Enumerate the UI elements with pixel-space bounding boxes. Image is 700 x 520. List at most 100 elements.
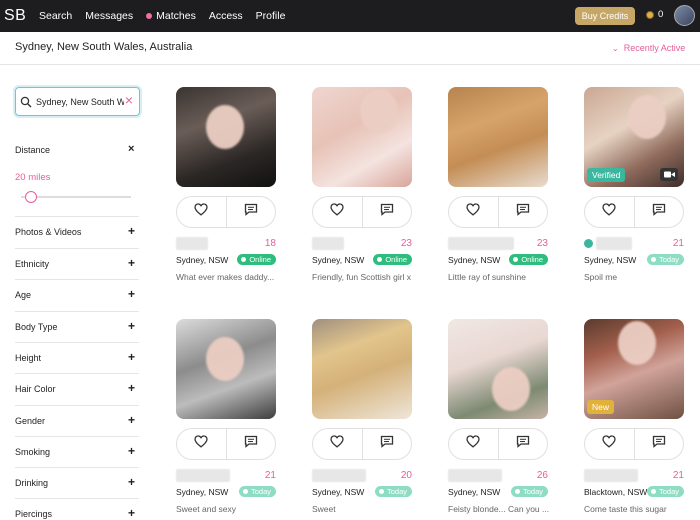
heart-icon bbox=[602, 435, 616, 453]
avatar[interactable] bbox=[674, 5, 695, 26]
filter-divider bbox=[15, 342, 139, 343]
distance-slider-handle[interactable] bbox=[24, 191, 37, 203]
profile-age: 21 bbox=[672, 470, 684, 481]
message-button[interactable] bbox=[361, 197, 412, 227]
filter-label-2[interactable]: Age bbox=[15, 290, 31, 300]
favorite-button[interactable] bbox=[177, 197, 226, 227]
filter-label-3[interactable]: Body Type bbox=[15, 322, 57, 332]
status-label: Today bbox=[658, 487, 679, 496]
profile-card[interactable]: 21 Sydney, NSW Today Sweet and sexy bbox=[176, 319, 278, 514]
filter-label-5[interactable]: Hair Color bbox=[15, 384, 56, 394]
photo-tag-new: New bbox=[587, 400, 615, 414]
heart-icon bbox=[466, 435, 480, 453]
expand-plus-icon[interactable]: + bbox=[128, 381, 135, 395]
favorite-button[interactable] bbox=[177, 429, 226, 459]
profile-location: Sydney, NSW bbox=[448, 487, 501, 497]
filter-divider bbox=[15, 248, 139, 249]
favorite-button[interactable] bbox=[449, 197, 498, 227]
card-actions bbox=[448, 428, 548, 460]
expand-plus-icon[interactable]: + bbox=[128, 256, 135, 270]
blurred-username bbox=[448, 469, 502, 482]
card-actions bbox=[448, 196, 548, 228]
message-button[interactable] bbox=[225, 429, 276, 459]
filter-divider bbox=[15, 436, 139, 437]
profile-age: 18 bbox=[264, 238, 276, 249]
status-badge: Today bbox=[510, 486, 548, 497]
coin-icon bbox=[646, 10, 654, 19]
message-button[interactable] bbox=[633, 197, 684, 227]
profile-photo[interactable] bbox=[312, 319, 412, 419]
filter-label-0[interactable]: Photos & Videos bbox=[15, 227, 81, 237]
nav-matches[interactable]: Matches bbox=[146, 10, 196, 22]
filter-label-8[interactable]: Drinking bbox=[15, 478, 48, 488]
expand-plus-icon[interactable]: + bbox=[128, 319, 135, 333]
message-icon bbox=[380, 435, 394, 453]
location-search-input[interactable]: Sydney, New South W × bbox=[15, 87, 140, 116]
profile-photo[interactable] bbox=[312, 87, 412, 187]
profile-card[interactable]: New 21 Blacktown, NSW Today Come taste this … bbox=[584, 319, 686, 514]
blurred-username bbox=[584, 469, 638, 482]
distance-slider-track[interactable] bbox=[21, 196, 131, 198]
filter-label-4[interactable]: Height bbox=[15, 353, 41, 363]
logo[interactable]: SB bbox=[4, 7, 35, 25]
favorite-button[interactable] bbox=[585, 197, 634, 227]
expand-plus-icon[interactable]: + bbox=[128, 444, 135, 458]
profile-photo[interactable] bbox=[448, 319, 548, 419]
filter-label-1[interactable]: Ethnicity bbox=[15, 259, 49, 269]
expand-plus-icon[interactable]: + bbox=[128, 224, 135, 238]
favorite-button[interactable] bbox=[313, 197, 362, 227]
status-badge: Online bbox=[373, 254, 412, 265]
profile-card[interactable]: 20 Sydney, NSW Today Sweet bbox=[312, 319, 414, 514]
profile-photo[interactable]: New bbox=[584, 319, 684, 419]
search-value: Sydney, New South W bbox=[36, 96, 124, 107]
main-nav: Search Messages Matches Access Profile bbox=[39, 10, 298, 22]
card-actions bbox=[584, 196, 684, 228]
status-label: Online bbox=[521, 255, 543, 264]
blurred-username bbox=[448, 237, 514, 250]
credits-counter[interactable]: 0 bbox=[646, 9, 663, 20]
search-icon bbox=[20, 96, 32, 107]
filter-divider bbox=[15, 467, 139, 468]
profile-card[interactable]: 18 Sydney, NSW Online What ever makes daddy… bbox=[176, 87, 278, 282]
profile-photo[interactable] bbox=[176, 319, 276, 419]
expand-plus-icon[interactable]: + bbox=[128, 506, 135, 520]
clear-icon[interactable]: × bbox=[125, 93, 133, 107]
profile-card[interactable]: 23 Sydney, NSW Online Little ray of sunshin… bbox=[448, 87, 550, 282]
message-button[interactable] bbox=[497, 197, 548, 227]
sort-dropdown[interactable]: ⌄ Recently Active bbox=[612, 43, 685, 53]
expand-plus-icon[interactable]: + bbox=[128, 475, 135, 489]
expand-plus-icon[interactable]: + bbox=[128, 350, 135, 364]
profile-card[interactable]: Verified 21 Sydney, NSW Today Spoil me bbox=[584, 87, 686, 282]
message-icon bbox=[244, 203, 258, 221]
message-button[interactable] bbox=[497, 429, 548, 459]
expand-plus-icon[interactable]: + bbox=[128, 287, 135, 301]
close-icon[interactable]: × bbox=[128, 143, 134, 155]
favorite-button[interactable] bbox=[449, 429, 498, 459]
message-button[interactable] bbox=[225, 197, 276, 227]
page-title: Sydney, New South Wales, Australia bbox=[15, 41, 193, 53]
profile-photo[interactable] bbox=[448, 87, 548, 187]
filter-divider bbox=[15, 498, 139, 499]
filter-label-9[interactable]: Piercings bbox=[15, 509, 52, 519]
nav-access[interactable]: Access bbox=[209, 10, 243, 22]
message-icon bbox=[516, 435, 530, 453]
status-label: Today bbox=[250, 487, 271, 496]
nav-profile[interactable]: Profile bbox=[256, 10, 286, 22]
filter-label-7[interactable]: Smoking bbox=[15, 447, 50, 457]
filter-label-6[interactable]: Gender bbox=[15, 416, 45, 426]
profile-photo[interactable] bbox=[176, 87, 276, 187]
message-button[interactable] bbox=[361, 429, 412, 459]
filter-divider bbox=[15, 279, 139, 280]
expand-plus-icon[interactable]: + bbox=[128, 413, 135, 427]
blurred-username bbox=[312, 469, 366, 482]
profile-card[interactable]: 23 Sydney, NSW Online Friendly, fun Scottis… bbox=[312, 87, 414, 282]
blurred-face bbox=[618, 321, 656, 365]
favorite-button[interactable] bbox=[313, 429, 362, 459]
favorite-button[interactable] bbox=[585, 429, 634, 459]
nav-messages[interactable]: Messages bbox=[85, 10, 133, 22]
profile-card[interactable]: 26 Sydney, NSW Today Feisty blonde... Can y… bbox=[448, 319, 550, 514]
buy-credits-button[interactable]: Buy Credits bbox=[575, 7, 635, 25]
message-button[interactable] bbox=[633, 429, 684, 459]
nav-search[interactable]: Search bbox=[39, 10, 72, 22]
profile-photo[interactable]: Verified bbox=[584, 87, 684, 187]
